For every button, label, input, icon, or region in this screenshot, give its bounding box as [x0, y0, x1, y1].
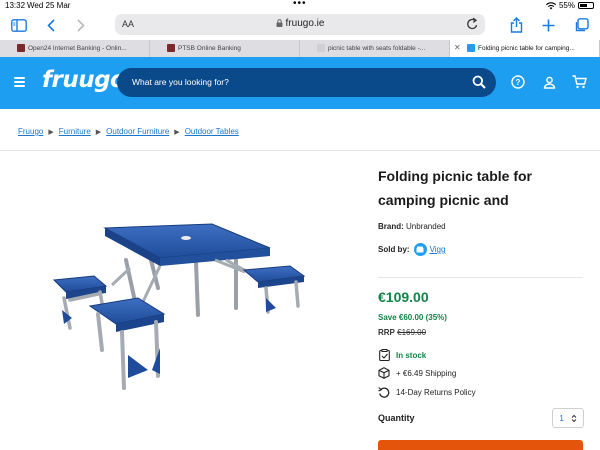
seller-link[interactable]: Vigg: [430, 245, 446, 254]
favicon-icon: [17, 44, 25, 52]
back-icon[interactable]: [44, 16, 58, 34]
help-icon[interactable]: ?: [510, 74, 526, 90]
tab-label: Folding picnic table for camping...: [478, 45, 575, 52]
quantity-select[interactable]: 1: [552, 408, 584, 428]
cart-icon[interactable]: [571, 74, 587, 90]
tab-label: picnic table with seats foldable -...: [328, 45, 426, 52]
stock-status: In stock: [396, 350, 427, 360]
account-icon[interactable]: [541, 74, 557, 90]
divider: [378, 277, 583, 278]
brand-label: Brand:: [378, 222, 404, 231]
tab-label: PTSB Online Banking: [178, 45, 241, 52]
returns-row: 14-Day Returns Policy: [378, 386, 476, 398]
breadcrumb-link[interactable]: Fruugo: [18, 127, 43, 136]
favicon-icon: [167, 44, 175, 52]
quantity-label: Quantity: [378, 413, 415, 423]
rrp-label: RRP: [378, 328, 395, 337]
returns-text: 14-Day Returns Policy: [396, 387, 476, 397]
multitasking-dots-icon[interactable]: •••: [293, 0, 307, 9]
browser-toolbar: AA fruugo.ie: [0, 12, 600, 38]
sidebar-icon[interactable]: [10, 16, 28, 34]
tab-strip: Open24 Internet Banking - Onlin... PTSB O…: [0, 40, 600, 57]
product-image[interactable]: [40, 210, 320, 400]
tab-overview-icon[interactable]: [573, 16, 589, 34]
breadcrumb: Fruugo ▶ Furniture ▶ Outdoor Furniture ▶ Outdo…: [18, 127, 239, 136]
breadcrumb-link[interactable]: Outdoor Tables: [185, 127, 239, 136]
forward-icon[interactable]: [74, 16, 88, 34]
rrp-row: RRP €169.00: [378, 328, 426, 337]
browser-tab[interactable]: Open24 Internet Banking - Onlin...: [0, 40, 150, 57]
fruugo-logo[interactable]: fruugo: [42, 67, 126, 93]
search-placeholder: What are you looking for?: [132, 77, 229, 87]
reload-icon[interactable]: [466, 17, 479, 31]
shipping-text: + €6.49 Shipping: [396, 368, 457, 378]
sold-by-label: Sold by:: [378, 245, 410, 254]
wifi-icon: [545, 1, 556, 9]
quantity-value: 1: [559, 413, 564, 423]
favicon-icon: [317, 44, 325, 52]
divider: [0, 150, 600, 151]
site-header: fruugo What are you looking for? ?: [0, 57, 600, 109]
sold-by-row: Sold by: Vigg: [378, 243, 445, 256]
new-tab-icon[interactable]: [540, 16, 556, 34]
search-icon[interactable]: [472, 75, 486, 89]
battery-percent: 55%: [558, 1, 575, 10]
svg-text:?: ?: [516, 78, 521, 87]
product-title: Folding picnic table for camping picnic …: [378, 168, 532, 208]
browser-tab[interactable]: picnic table with seats foldable -...: [300, 40, 450, 57]
breadcrumb-separator-icon: ▶: [95, 128, 102, 136]
brand-value: Unbranded: [406, 222, 446, 231]
ios-status-bar: 13:32 Wed 25 Mar ••• 55%: [0, 0, 600, 12]
price: €109.00: [378, 289, 429, 305]
status-time: 13:32: [5, 1, 26, 10]
browser-tab[interactable]: PTSB Online Banking: [150, 40, 300, 57]
clipboard-check-icon: [378, 349, 390, 361]
add-to-cart-button[interactable]: [378, 440, 583, 450]
status-date: Wed 25 Mar: [27, 1, 71, 10]
savings-text: Save €60.00 (35%): [378, 313, 447, 322]
favicon-icon: [467, 44, 475, 52]
return-arrow-icon: [378, 386, 390, 398]
search-input[interactable]: What are you looking for?: [117, 68, 496, 97]
seller-badge-icon: [413, 243, 427, 256]
breadcrumb-link[interactable]: Outdoor Furniture: [106, 127, 169, 136]
chevron-updown-icon: [571, 414, 576, 422]
brand-row: Brand: Unbranded: [378, 222, 446, 231]
battery-icon: [578, 2, 594, 9]
lock-icon: [276, 19, 283, 27]
close-tab-icon[interactable]: ✕: [454, 43, 461, 52]
breadcrumb-link[interactable]: Furniture: [59, 127, 91, 136]
shipping-row: + €6.49 Shipping: [378, 367, 456, 379]
breadcrumb-separator-icon: ▶: [48, 128, 54, 136]
stock-row: In stock: [378, 349, 426, 361]
share-icon[interactable]: [508, 16, 524, 34]
url-text: fruugo.ie: [285, 18, 325, 29]
breadcrumb-separator-icon: ▶: [174, 128, 180, 136]
box-icon: [378, 367, 390, 379]
browser-tab[interactable]: ✕ Folding picnic table for camping...: [450, 40, 600, 57]
rrp-price: €169.00: [397, 328, 427, 337]
menu-icon[interactable]: [14, 77, 25, 87]
address-bar[interactable]: AA fruugo.ie: [115, 14, 485, 35]
tab-label: Open24 Internet Banking - Onlin...: [28, 45, 127, 52]
